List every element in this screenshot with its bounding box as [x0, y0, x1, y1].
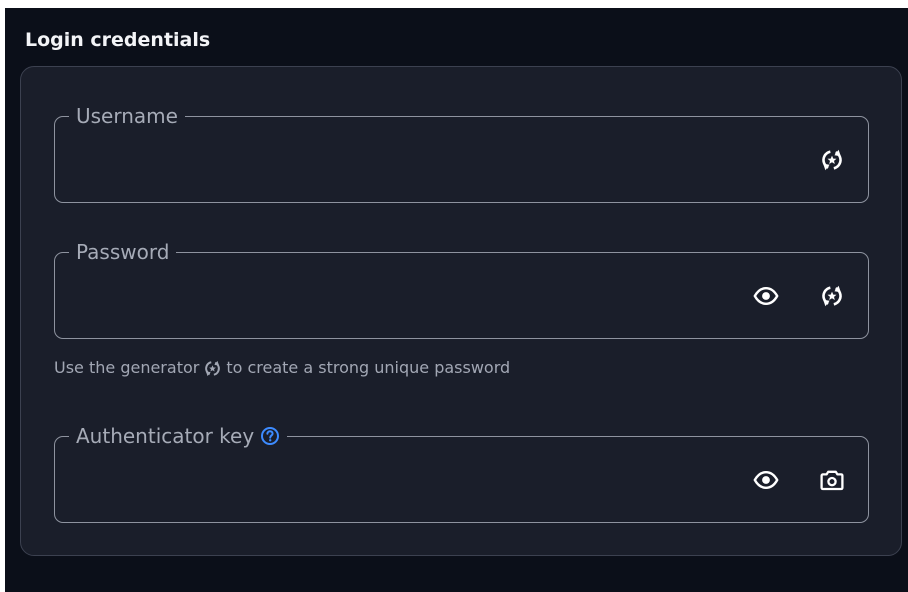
hint-text-before: Use the generator — [54, 358, 200, 377]
username-field[interactable]: Username — [54, 103, 869, 203]
help-circle-icon[interactable] — [260, 426, 280, 446]
authenticator-key-field[interactable]: Authenticator key — [54, 423, 869, 523]
username-label-text: Username — [76, 104, 178, 128]
section-title: Login credentials — [25, 29, 211, 51]
authenticator-visibility-toggle[interactable] — [750, 464, 782, 496]
generate-icon — [822, 285, 842, 307]
camera-icon — [820, 470, 844, 491]
username-label: Username — [69, 103, 185, 129]
password-generate-button[interactable] — [816, 280, 848, 312]
username-generate-button[interactable] — [816, 144, 848, 176]
password-label-text: Password — [76, 240, 170, 264]
scan-qr-button[interactable] — [816, 464, 848, 496]
authenticator-key-label: Authenticator key — [69, 423, 288, 449]
password-visibility-toggle[interactable] — [750, 280, 782, 312]
generate-icon — [822, 149, 842, 171]
authenticator-key-label-text: Authenticator key — [76, 424, 255, 448]
eye-icon — [753, 471, 779, 489]
password-hint: Use the generator to create a strong uni… — [54, 357, 510, 379]
eye-icon — [753, 287, 779, 305]
generate-icon — [205, 360, 221, 376]
password-label: Password — [69, 239, 177, 265]
hint-text-after: to create a strong unique password — [226, 358, 511, 377]
password-field[interactable]: Password — [54, 239, 869, 339]
